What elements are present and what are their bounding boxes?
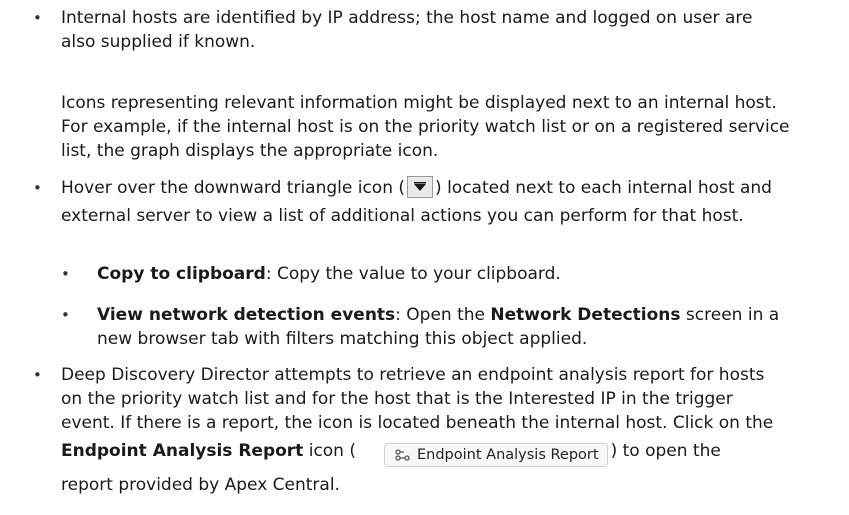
- bullet-2-line-1: Hover over the downward triangle icon ()…: [61, 176, 772, 198]
- sub-bullet-2-text: View network detection events: Open the …: [97, 303, 779, 351]
- bullet-3-line-3: event. If there is a report, the icon is…: [61, 413, 774, 433]
- share-nodes-icon: [395, 449, 410, 461]
- bullet-2-line-2: external server to view a list of additi…: [61, 206, 744, 226]
- bullet-3-text: Deep Discovery Director attempts to retr…: [61, 363, 773, 497]
- bullet-1-text: Internal hosts are identified by IP addr…: [61, 6, 752, 54]
- sub-bullet-2-line-2: new browser tab with filters matching th…: [97, 329, 588, 349]
- copy-to-clipboard-label: Copy to clipboard: [97, 264, 266, 284]
- endpoint-analysis-report-label: Endpoint Analysis Report: [61, 441, 304, 461]
- endpoint-analysis-report-button[interactable]: Endpoint Analysis Report: [384, 443, 608, 467]
- sub-bullet-1-text: Copy to clipboard: Copy the value to you…: [97, 264, 561, 284]
- bullet-1-line-1: Internal hosts are identified by IP addr…: [61, 8, 753, 28]
- bullet-1-line-2: also supplied if known.: [61, 32, 256, 52]
- bullet-3-line-5: report provided by Apex Central.: [61, 475, 340, 495]
- documentation-page: • Internal hosts are identified by IP ad…: [0, 0, 849, 515]
- bullet-1-paragraph-line-1: Icons representing relevant information …: [61, 93, 777, 113]
- bullet-3-line-2: on the priority watch list and for the h…: [61, 389, 733, 409]
- bullet-1-paragraph-line-3: list, the graph displays the appropriate…: [61, 141, 439, 161]
- bullet-3-line-4: Endpoint Analysis Report icon (Endpoint …: [61, 439, 773, 467]
- bullet-marker: •: [33, 179, 42, 197]
- sub-bullet-marker: •: [61, 306, 70, 324]
- sub-bullet-marker: •: [61, 265, 70, 283]
- sub-bullet-2-line-1: View network detection events: Open the …: [97, 305, 780, 325]
- bullet-2-text: Hover over the downward triangle icon ()…: [61, 176, 772, 228]
- bullet-marker: •: [33, 9, 42, 27]
- bullet-1-paragraph: Icons representing relevant information …: [61, 91, 790, 163]
- network-detections-label: Network Detections: [490, 305, 681, 325]
- bullet-1-paragraph-line-2: For example, if the internal host is on …: [61, 117, 790, 137]
- view-network-detection-events-label: View network detection events: [97, 305, 396, 325]
- endpoint-analysis-report-button-label: Endpoint Analysis Report: [417, 447, 599, 463]
- bullet-marker: •: [33, 366, 42, 384]
- downward-triangle-icon[interactable]: [407, 176, 434, 198]
- bullet-3-line-1: Deep Discovery Director attempts to retr…: [61, 365, 765, 385]
